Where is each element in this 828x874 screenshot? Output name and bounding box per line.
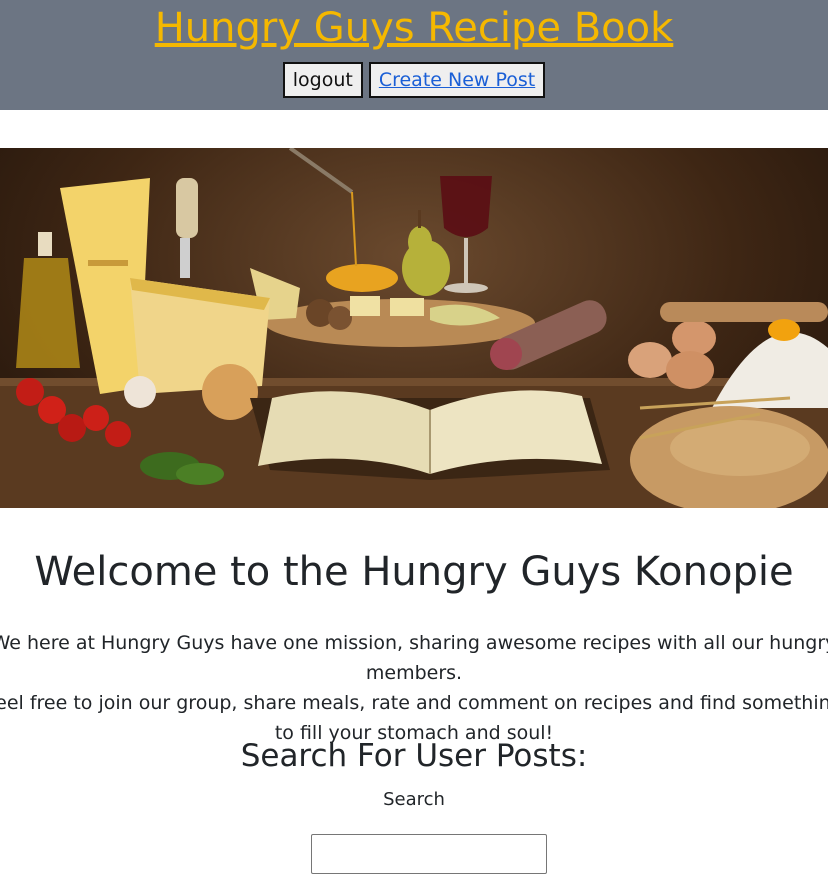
welcome-heading: Welcome to the Hungry Guys Konopie — [34, 549, 794, 595]
oil-bottle-icon — [16, 232, 80, 368]
hero-illustration — [0, 148, 828, 508]
search-label: Search — [383, 789, 445, 810]
header-buttons: logout Create New Post — [0, 62, 828, 98]
pear-icon — [402, 210, 450, 296]
search-input[interactable] — [311, 834, 547, 874]
mission-line-1: We here at Hungry Guys have one mission,… — [0, 632, 828, 684]
search-heading: Search For User Posts: — [240, 738, 588, 774]
mission-line-2: Feel free to join our group, share meals… — [0, 692, 828, 714]
create-new-post-button[interactable]: Create New Post — [368, 62, 546, 98]
logout-button[interactable]: logout — [282, 62, 363, 98]
open-book-icon — [250, 390, 610, 480]
mission-statement: We here at Hungry Guys have one mission,… — [0, 628, 828, 748]
site-title-link[interactable]: Hungry Guys Recipe Book — [155, 5, 674, 51]
site-title: Hungry Guys Recipe Book — [0, 2, 828, 54]
site-header: Hungry Guys Recipe Book logout Create Ne… — [0, 0, 828, 110]
hero-banner-image — [0, 148, 828, 508]
